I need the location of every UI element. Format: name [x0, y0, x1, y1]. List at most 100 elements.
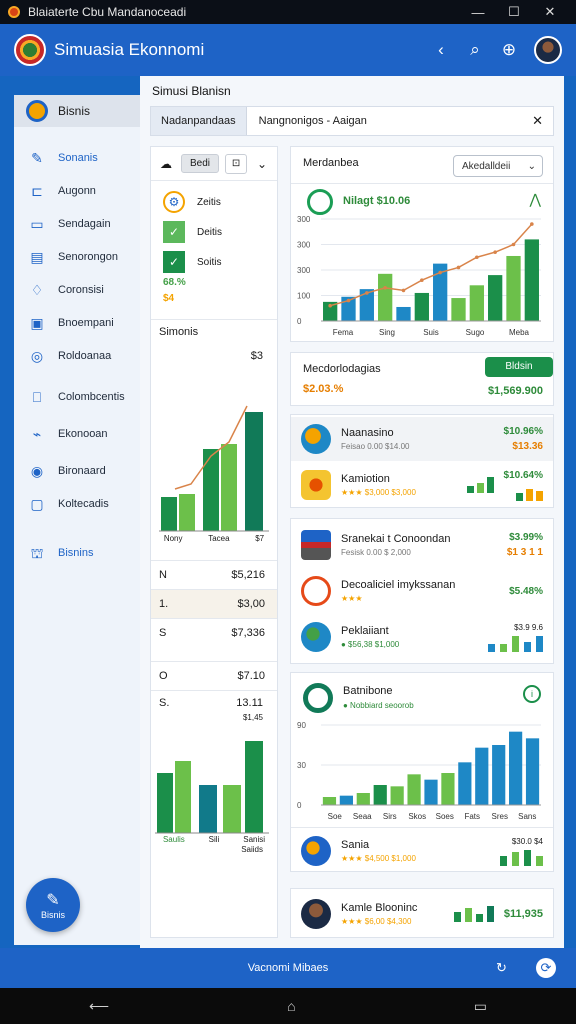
x-tick-label: Soe — [328, 812, 343, 821]
list-item-value-2: $13.36 — [512, 441, 543, 452]
list-item[interactable]: Sranekai t Conoondan Fesisk 0.00 $ 2,000 … — [291, 523, 553, 567]
search-icon[interactable]: ⌕ — [458, 40, 492, 60]
sidebar-item-10[interactable]: ◉ Bironaard — [14, 454, 140, 487]
chart-bar — [524, 239, 539, 321]
chart-bar — [221, 444, 237, 531]
y-tick-label: 30 — [297, 761, 306, 770]
sidebar-item-4[interactable]: ▤ Senorongon — [14, 240, 140, 273]
close-icon[interactable]: ✕ — [532, 4, 568, 20]
mini-bar-chart — [488, 635, 543, 652]
back-icon[interactable]: ‹ — [424, 40, 458, 60]
tab-2[interactable]: Nangnonigos - Aaigan — [247, 115, 379, 127]
check-row-3[interactable]: ✓ Soitis — [151, 247, 277, 277]
sidebar-item-3[interactable]: ▭ Sendagain — [14, 207, 140, 240]
table-row[interactable]: S $7,336 — [151, 618, 277, 647]
hammer-icon — [301, 576, 331, 606]
divider — [291, 827, 553, 828]
fab-button[interactable]: ✎ Bisnis — [26, 878, 80, 932]
list-item[interactable]: Peklaiiant ● $56,38 $1,000 $3.9 9.6 — [291, 615, 553, 659]
chart-1-svg: 0 100 300 300 300 Fema Sing Suis Sugo Meba — [297, 215, 541, 337]
list-item[interactable]: Naanasino Feisao 0.00 $14.00 $10.96% $13.3… — [291, 417, 553, 461]
chart-bar — [458, 762, 472, 805]
sidebar-item-label: Colombcentis — [58, 390, 125, 403]
list-item-sub: ★★★ $3,000 $3,000 — [341, 488, 416, 497]
maximize-icon[interactable]: ☐ — [496, 4, 532, 20]
sidebar-item-6[interactable]: ▣ Bnoempani — [14, 306, 140, 339]
trend-point — [493, 250, 497, 254]
trend-point — [328, 303, 332, 308]
user-avatar[interactable] — [534, 36, 562, 64]
x-tick-label: Sing — [379, 328, 395, 337]
chart-bar — [469, 285, 484, 321]
chart-bar — [157, 773, 173, 833]
y-tick-label: 100 — [297, 292, 311, 301]
mini-bar — [536, 855, 543, 866]
y-tick-label: 90 — [297, 721, 306, 730]
sidebar-item-9[interactable]: ⌁ Ekonooan — [14, 417, 140, 450]
table-row[interactable]: N $5,216 — [151, 560, 277, 589]
list-item-name: Sranekai t Conoondan — [341, 533, 451, 545]
sidebar-item-2[interactable]: ⊏ Augonn — [14, 174, 140, 207]
list-item[interactable]: Decoaliciel imykssanan ★★★ $5.48% — [291, 569, 553, 613]
tab-1[interactable]: Nadanpandaas — [151, 107, 247, 135]
close-tab-icon[interactable]: ✕ — [532, 113, 553, 129]
sidebar-footer-item[interactable]: ⛫ Bisnins — [14, 536, 140, 569]
chart-legend: Nilagt $10.06 — [343, 195, 411, 207]
sidebar-item-1[interactable]: ✎ Sonanis — [14, 141, 140, 174]
nav-back-icon[interactable]: ⟵ — [89, 998, 109, 1015]
left-column-card: ☁ Bedi ⊡ ⌄ ⚙ Zeitis ✓ Deitis ✓ Soitis 68… — [150, 146, 278, 938]
x-tick-label: Sans — [518, 812, 536, 821]
summary-button[interactable]: Bldsin — [485, 357, 553, 377]
x-tick-label: Suis — [423, 328, 439, 337]
chart-bar — [322, 797, 337, 805]
mini-bar — [512, 851, 519, 866]
x-tick-label: Fats — [464, 812, 480, 821]
list-item-name: Naanasino — [341, 427, 394, 439]
sidebar-item-active[interactable]: Bisnis — [14, 95, 140, 127]
refresh-icon[interactable]: ↻ — [496, 960, 507, 976]
info-icon[interactable]: i — [523, 685, 541, 703]
main-panel: Simusi Blanisn Nadanpandaas Nangnonigos … — [140, 76, 564, 948]
document-icon: ⎕ — [32, 388, 42, 405]
money-value: $4 — [163, 293, 175, 304]
chart-bar — [492, 745, 506, 805]
settings-icon[interactable]: ⟳ — [536, 958, 556, 978]
check-row-2[interactable]: ✓ Deitis — [151, 217, 277, 247]
mini-bar — [476, 483, 484, 493]
list-item-sub: Fesisk 0.00 $ 2,000 — [341, 548, 411, 557]
chart-card-2-title: Batnibone — [343, 685, 393, 697]
check-row-1[interactable]: ⚙ Zeitis — [151, 187, 277, 217]
sidebar-item-11[interactable]: ▢ Koltecadis — [14, 487, 140, 520]
table-row[interactable]: O $7.10 — [151, 661, 277, 690]
list-item[interactable]: Sania ★★★ $4,500 $1,000 $30.0 $4 — [291, 829, 553, 873]
sidebar-item-7[interactable]: ◎ Roldoanaa — [14, 339, 140, 372]
list-item-value: $10.96% — [503, 426, 543, 437]
chart-bar — [475, 747, 489, 805]
sidebar-item-8[interactable]: ⎕ Colombcentis — [14, 380, 140, 413]
box-icon: ▭ — [30, 215, 44, 232]
ring-icon — [303, 683, 333, 713]
row-label: N — [159, 569, 167, 581]
mini-bar — [500, 643, 507, 652]
sidebar: Bisnis ✎ Sonanis ⊏ Augonn ▭ Sendagain ▤ Seno… — [14, 95, 140, 945]
period-select[interactable]: Akedalldeii ⌄ — [453, 155, 543, 177]
left-toolbar: ☁ Bedi ⊡ ⌄ — [151, 147, 277, 181]
chevron-down-icon[interactable]: ⌄ — [253, 157, 271, 171]
chart-bar — [356, 793, 370, 805]
sidebar-item-5[interactable]: ♢ Coronsisi — [14, 273, 140, 306]
chart-bar — [488, 275, 503, 321]
table-row[interactable]: 1. $3,00 — [151, 589, 277, 618]
cloud-icon[interactable]: ☁ — [157, 157, 175, 171]
list-item[interactable]: Kamiotion ★★★ $3,000 $3,000 $10.64% — [291, 463, 553, 507]
chart-card-1: Merdanbea Akedalldeii ⌄ Nilagt $10.06 ⋀ … — [290, 146, 554, 342]
nav-recents-icon[interactable]: ▭ — [474, 998, 487, 1015]
bottom-bar-label: Vacnomi Mibaes — [247, 962, 329, 974]
mini-chart-2-axis: Saulis Sili Sanisi — [151, 835, 277, 844]
refresh-icon[interactable]: ⊕ — [492, 40, 526, 60]
toolbar-button[interactable]: Bedi — [181, 154, 220, 173]
minimize-icon[interactable]: — — [460, 5, 496, 20]
chart-bar — [396, 306, 411, 321]
list-item[interactable]: Kamle Blooninc ★★★ $6,00 $4,300 $11,935 — [291, 892, 553, 936]
toolbar-button-2[interactable]: ⊡ — [225, 153, 248, 174]
nav-home-icon[interactable]: ⌂ — [287, 998, 295, 1014]
